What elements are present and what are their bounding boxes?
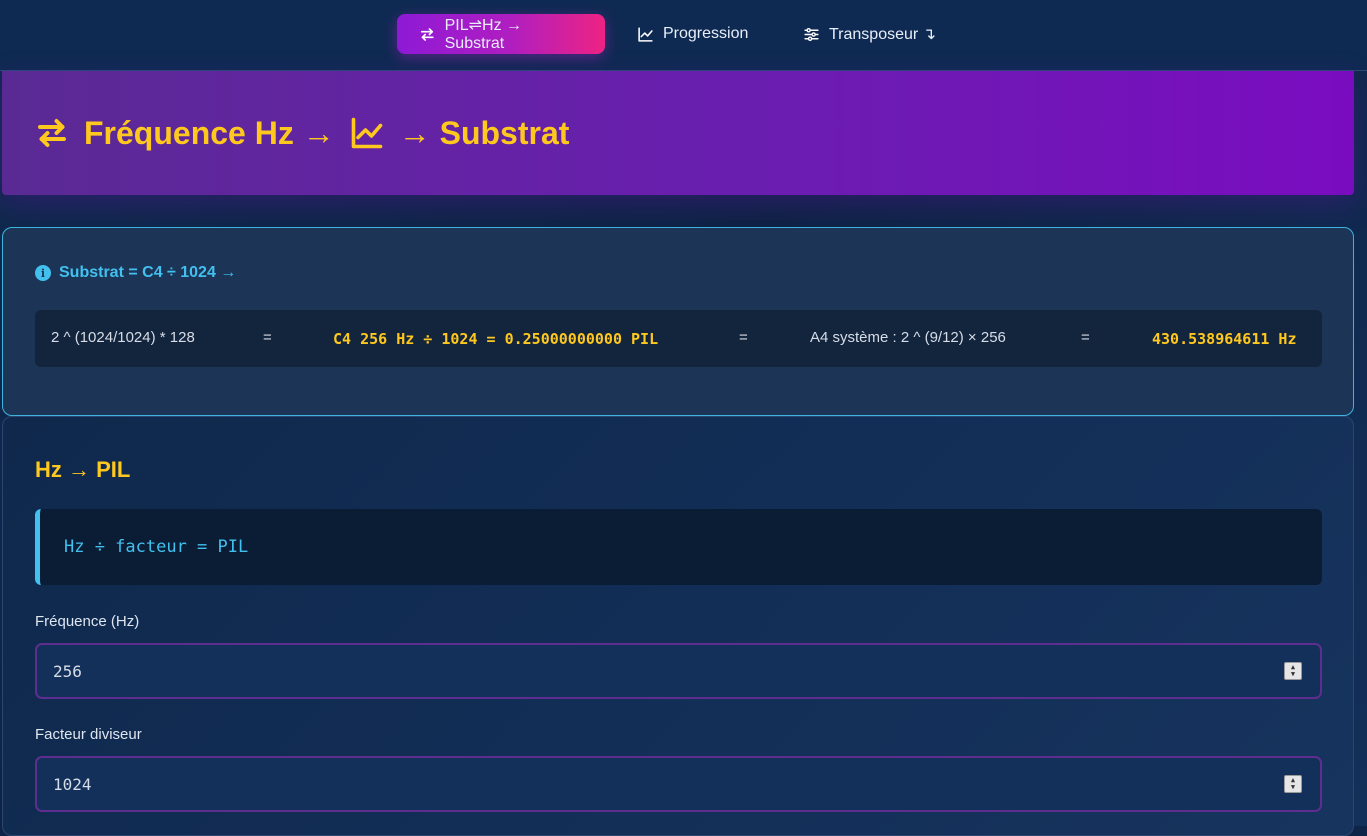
tab-label: Progression xyxy=(663,25,749,42)
formula-result-hz: 430.538964611 Hz xyxy=(1152,330,1297,348)
formula-equals-1: = xyxy=(263,329,272,346)
frequency-input[interactable]: 256 ▲ ▼ xyxy=(35,643,1322,699)
formula-expression-1: 2 ^ (1024/1024) * 128 xyxy=(51,329,195,346)
info-heading: i Substrat = C4 ÷ 1024 → xyxy=(35,264,236,282)
factor-value: 1024 xyxy=(53,774,92,794)
formula-equals-3: = xyxy=(1081,329,1090,346)
tab-label: Transposeur ↴ xyxy=(829,26,937,43)
hero-banner: Fréquence Hz → → Substrat xyxy=(2,71,1354,195)
title-part-frequency: Fréquence Hz → xyxy=(84,114,335,151)
frequency-value: 256 xyxy=(53,661,82,681)
page-title: Fréquence Hz → → Substrat xyxy=(34,115,569,152)
formula-code-block: Hz ÷ facteur = PIL xyxy=(35,509,1322,585)
formula-result-pil: C4 256 Hz ÷ 1024 = 0.25000000000 PIL xyxy=(333,330,659,348)
chevron-down-icon: ▼ xyxy=(1290,783,1296,791)
substrat-info-card: i Substrat = C4 ÷ 1024 → 2 ^ (1024/1024)… xyxy=(2,227,1354,416)
factor-stepper[interactable]: ▲ ▼ xyxy=(1284,775,1302,793)
formula-expression-2: A4 système : 2 ^ (9/12) × 256 xyxy=(810,329,1006,346)
arrows-exchange-icon xyxy=(38,119,66,147)
tab-pil-hz-substrat[interactable]: PIL⇌Hz → Substrat xyxy=(397,14,605,54)
formula-code: Hz ÷ facteur = PIL xyxy=(64,537,249,557)
factor-input[interactable]: 1024 ▲ ▼ xyxy=(35,756,1322,812)
chart-line-icon xyxy=(351,117,383,149)
section-title: Hz → PIL xyxy=(35,457,131,482)
top-nav: PIL⇌Hz → Substrat Progression Transposeu… xyxy=(0,0,1367,71)
info-heading-text: Substrat = C4 ÷ 1024 → xyxy=(59,264,237,281)
factor-label: Facteur diviseur xyxy=(35,726,142,743)
tab-progression[interactable]: Progression xyxy=(615,14,770,54)
sliders-icon xyxy=(804,27,819,41)
chart-line-icon xyxy=(638,26,653,42)
hz-to-pil-card: Hz → PIL Hz ÷ facteur = PIL Fréquence (H… xyxy=(2,416,1354,836)
tab-transposeur[interactable]: Transposeur ↴ xyxy=(781,14,958,54)
title-part-substrat: → Substrat xyxy=(398,114,570,151)
formula-equals-2: = xyxy=(739,329,748,346)
chevron-down-icon: ▼ xyxy=(1290,670,1296,678)
tab-label: PIL⇌Hz → Substrat xyxy=(444,17,523,52)
frequency-label: Fréquence (Hz) xyxy=(35,613,140,630)
formula-bar: 2 ^ (1024/1024) * 128 = C4 256 Hz ÷ 1024… xyxy=(35,310,1322,367)
info-icon: i xyxy=(35,265,51,281)
frequency-stepper[interactable]: ▲ ▼ xyxy=(1284,662,1302,680)
arrows-exchange-icon xyxy=(420,27,434,41)
